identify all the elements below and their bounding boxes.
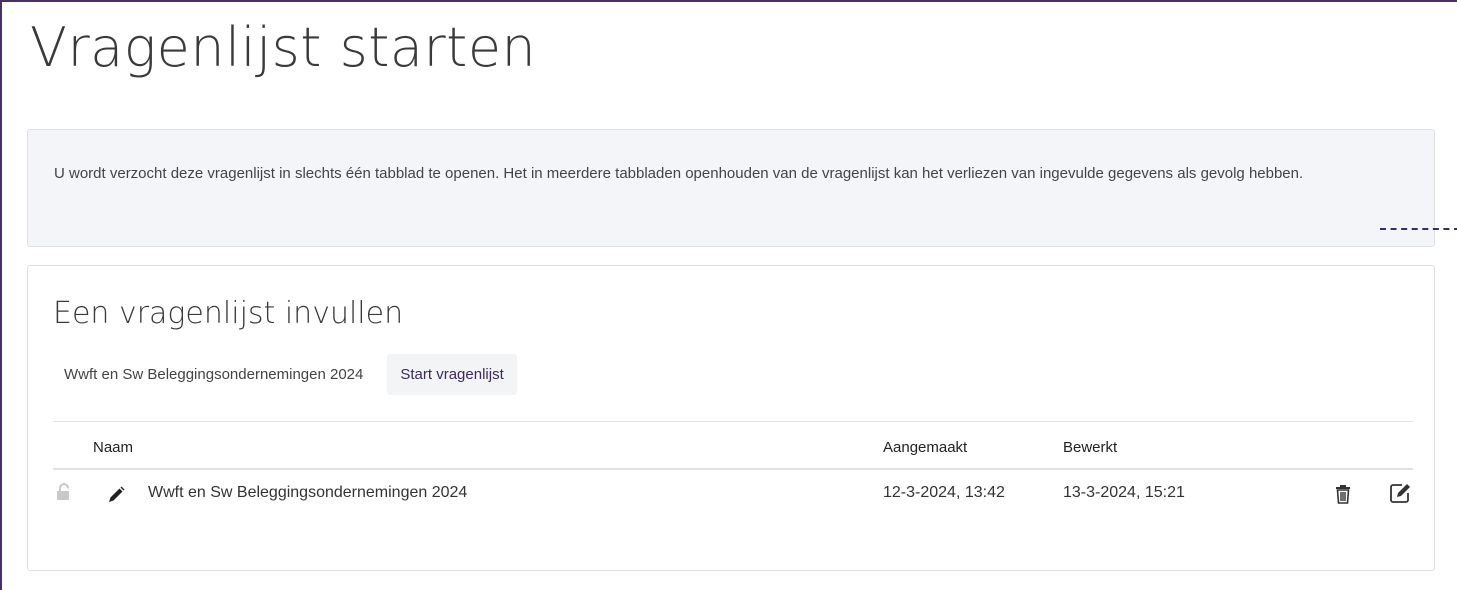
questionnaire-panel: Een vragenlijst invullen Wwft en Sw Bele… (27, 265, 1435, 571)
start-questionnaire-button[interactable]: Start vragenlijst (387, 354, 517, 395)
row-name[interactable]: Wwft en Sw Beleggingsondernemingen 2024 (148, 484, 467, 502)
notice-alert: U wordt verzocht deze vragenlijst in sle… (27, 129, 1435, 247)
pencil-icon (106, 485, 126, 510)
table-row: Wwft en Sw Beleggingsondernemingen 2024 … (53, 470, 1413, 518)
edit-icon[interactable] (1389, 482, 1413, 509)
annotation-dashed-line (1380, 228, 1457, 230)
table-header: Naam Aangemaakt Bewerkt (53, 422, 1413, 470)
start-row: Wwft en Sw Beleggingsondernemingen 2024 … (64, 354, 517, 395)
row-created: 12-3-2024, 13:42 (883, 484, 1005, 501)
questionnaire-select[interactable]: Wwft en Sw Beleggingsondernemingen 2024 (64, 366, 363, 383)
row-edited: 13-3-2024, 15:21 (1063, 484, 1185, 501)
questionnaire-table: Naam Aangemaakt Bewerkt Wwft en Sw Beleg… (53, 421, 1413, 518)
column-header-edited[interactable]: Bewerkt (1063, 439, 1117, 456)
notice-text: U wordt verzocht deze vragenlijst in sle… (54, 165, 1304, 182)
page-title: Vragenlijst starten (30, 16, 537, 79)
trash-icon[interactable] (1334, 484, 1352, 509)
unlocked-icon (56, 483, 72, 506)
column-header-created[interactable]: Aangemaakt (883, 439, 967, 456)
column-header-name[interactable]: Naam (93, 439, 133, 456)
panel-title: Een vragenlijst invullen (53, 296, 404, 331)
